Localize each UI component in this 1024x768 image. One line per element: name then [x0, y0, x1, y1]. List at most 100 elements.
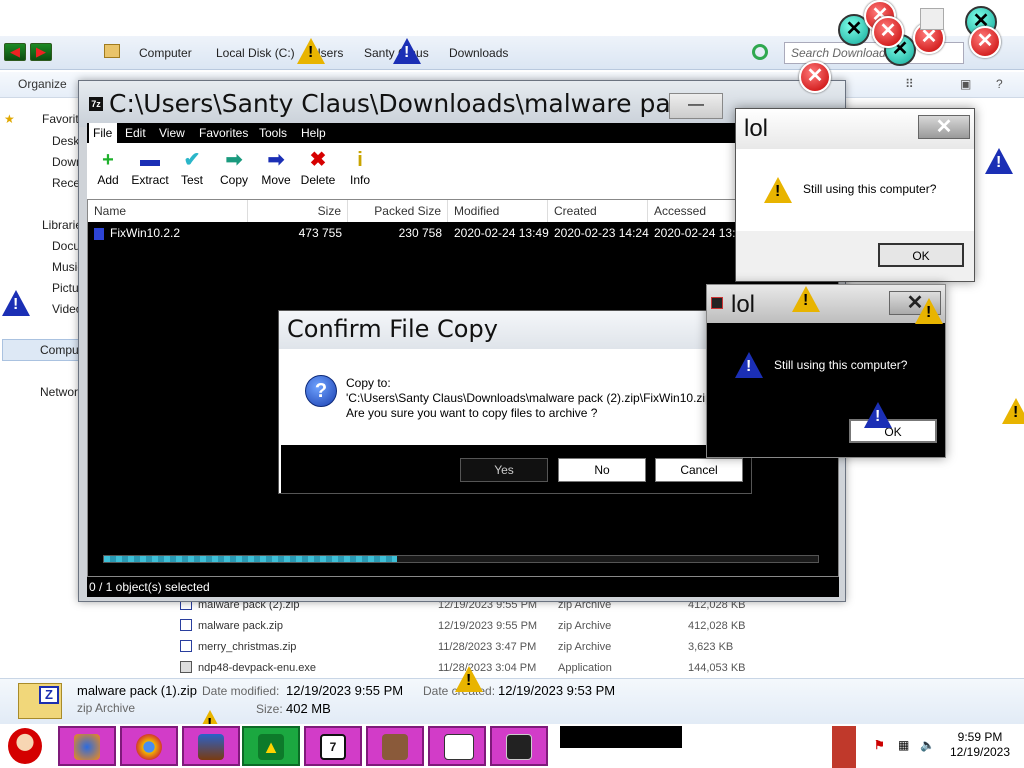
network-icon[interactable]: ▦: [898, 738, 909, 752]
volume-icon[interactable]: 🔈: [920, 738, 935, 752]
menu-view[interactable]: View: [159, 126, 185, 140]
start-button[interactable]: [0, 726, 56, 768]
cancel-button[interactable]: Cancel: [655, 458, 743, 482]
progress-fill: [104, 556, 397, 562]
menu-edit[interactable]: Edit: [125, 126, 146, 140]
flag-icon[interactable]: ⚑: [874, 738, 885, 752]
tree-icon: ▲: [258, 734, 284, 760]
menu-favorites[interactable]: Favorites: [199, 126, 248, 140]
back-button[interactable]: ◀: [4, 43, 26, 61]
error-icon: ✕: [799, 61, 831, 93]
taskbar-button-notes[interactable]: [366, 726, 424, 766]
menu-bar: File Edit View Favorites Tools Help: [87, 123, 839, 143]
row-size: 473 755: [298, 226, 342, 240]
file-type: Application: [558, 662, 612, 674]
refresh-icon[interactable]: [752, 44, 768, 60]
warning-icon: [297, 38, 325, 64]
minimize-button[interactable]: —: [669, 93, 723, 119]
sevenzip-app-icon: 7z: [89, 97, 103, 111]
dialog-text-line1: Copy to:: [346, 376, 391, 390]
ok-button[interactable]: OK: [878, 243, 964, 267]
menu-file[interactable]: File: [93, 126, 112, 140]
column-header-modified[interactable]: Modified: [448, 200, 548, 222]
taskbar-button-firefox[interactable]: [58, 726, 116, 766]
shredder-icon: [198, 734, 224, 760]
move-label: Move: [261, 173, 291, 187]
info-label: Info: [349, 173, 370, 187]
file-name: malware pack.zip: [198, 620, 283, 632]
column-header-name[interactable]: Name: [88, 200, 248, 222]
error-icon: ✕: [872, 16, 904, 48]
delete-x-icon: ✖: [309, 149, 327, 171]
details-file-name: malware pack (1).zip: [77, 683, 197, 698]
column-header-size[interactable]: Size: [248, 200, 348, 222]
column-header-packed-size[interactable]: Packed Size: [348, 200, 448, 222]
row-name[interactable]: FixWin10.2.2: [110, 226, 180, 240]
copy-button[interactable]: ➡ Copy: [211, 147, 257, 197]
dialog-text-line2: 'C:\Users\Santy Claus\Downloads\malware …: [346, 391, 715, 405]
info-button[interactable]: i Info: [337, 147, 383, 197]
file-type: zip Archive: [558, 620, 612, 632]
clock[interactable]: 9:59 PM 12/19/2023: [940, 730, 1020, 764]
breadcrumb-item[interactable]: Local Disk (C:): [216, 46, 295, 60]
delete-button[interactable]: ✖ Delete: [295, 147, 341, 197]
add-button[interactable]: + Add: [85, 147, 131, 197]
test-button[interactable]: ✔ Test: [169, 147, 215, 197]
file-row[interactable]: malware pack.zip 12/19/2023 9:55 PM zip …: [178, 617, 758, 637]
row-modified: 2020-02-24 13:49: [454, 226, 549, 240]
warning-icon: [1002, 398, 1024, 424]
plus-icon: +: [102, 149, 114, 171]
preview-pane-icon[interactable]: ▣: [960, 77, 971, 91]
taskbar-button-console[interactable]: [490, 726, 548, 766]
dialog-message: Still using this computer?: [774, 358, 908, 372]
taskbar-button-shredder[interactable]: [182, 726, 240, 766]
warning-icon: [393, 38, 421, 64]
menu-tools[interactable]: Tools: [259, 126, 287, 140]
breadcrumb-item[interactable]: Downloads: [449, 46, 508, 60]
taskbar-button-cmd[interactable]: [428, 726, 486, 766]
restore-icon: [920, 8, 944, 30]
move-button[interactable]: ➡ Move: [253, 147, 299, 197]
help-icon[interactable]: ?: [996, 77, 1003, 91]
add-label: Add: [97, 173, 119, 187]
clock-time: 9:59 PM: [957, 730, 1003, 744]
tray-red-block: [832, 726, 856, 768]
menu-help[interactable]: Help: [301, 126, 326, 140]
notes-icon: [382, 734, 408, 760]
forward-button[interactable]: ▶: [30, 43, 52, 61]
organize-button[interactable]: Organize: [18, 77, 67, 91]
view-options-icon[interactable]: ⠿: [905, 77, 914, 91]
sevenzip-titlebar[interactable]: 7z C:\Users\Santy Claus\Downloads\malwar…: [79, 81, 845, 127]
move-arrow-icon: ➡: [267, 149, 285, 171]
warning-icon: [985, 148, 1013, 174]
warning-icon: [864, 402, 892, 428]
breadcrumb-item[interactable]: Computer: [139, 46, 192, 60]
taskbar-button-chrome[interactable]: [120, 726, 178, 766]
no-button[interactable]: No: [558, 458, 646, 482]
copy-arrow-icon: ➡: [225, 149, 243, 171]
yes-button[interactable]: Yes: [460, 458, 548, 482]
taskbar-button-christmas[interactable]: ▲: [242, 726, 300, 766]
ok-button[interactable]: OK: [849, 419, 937, 443]
test-label: Test: [180, 173, 203, 187]
warning-icon: [455, 666, 483, 692]
santa-start-icon: [8, 728, 42, 764]
browser-icon: [136, 734, 162, 760]
details-file-type: zip Archive: [77, 701, 136, 715]
file-date: 11/28/2023 3:04 PM: [438, 662, 537, 674]
file-type: zip Archive: [558, 641, 612, 653]
question-icon: ?: [305, 375, 337, 407]
details-size-label: Size:: [256, 702, 283, 716]
toolbar: + Add ▬ Extract ✔ Test ➡ Copy ➡ Move ✖ Delete …: [87, 143, 839, 199]
file-date: 12/19/2023 9:55 PM: [438, 620, 538, 632]
navigation-pane: ★ Favorites Desktop Downloads Recent Pla…: [0, 98, 129, 678]
close-icon[interactable]: ✕: [918, 115, 970, 139]
cmd-icon: [444, 734, 474, 760]
taskbar-button-7zip[interactable]: 7: [304, 726, 362, 766]
warning-icon: [2, 290, 30, 316]
file-size: 3,623 KB: [688, 641, 734, 653]
file-row[interactable]: merry_christmas.zip 11/28/2023 3:47 PM z…: [178, 638, 758, 658]
column-header-created[interactable]: Created: [548, 200, 648, 222]
sevenzip-icon: 7: [320, 734, 346, 760]
extract-button[interactable]: ▬ Extract: [127, 147, 173, 197]
